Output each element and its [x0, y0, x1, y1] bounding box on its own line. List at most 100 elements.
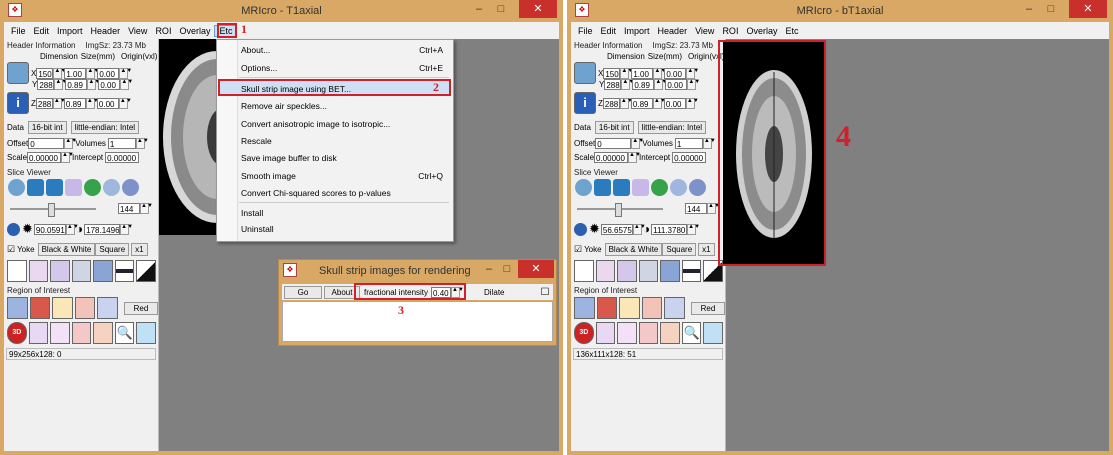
roi-fill-icon[interactable]: [641, 297, 663, 319]
view-single-icon[interactable]: [574, 260, 594, 282]
3d-icon[interactable]: 3D: [7, 322, 27, 344]
origin-x-spinner[interactable]: ▲▼: [119, 67, 132, 79]
zoom-icon[interactable]: 🔍: [114, 322, 135, 344]
size-y-spinner[interactable]: ▲▼: [654, 79, 667, 90]
square-button[interactable]: Square: [662, 243, 697, 256]
roi-tool-3-icon[interactable]: [638, 322, 659, 344]
dim-z-field[interactable]: 288: [35, 97, 53, 109]
minimize-button[interactable]: –: [1021, 0, 1037, 18]
view-split-icon[interactable]: [595, 260, 616, 282]
menu-item-chi-squared[interactable]: Convert Chi-squared scores to p-values: [241, 188, 391, 198]
brain-3d-icon[interactable]: [689, 179, 706, 196]
arrow-icon[interactable]: [574, 222, 587, 236]
dialog-close-button[interactable]: ✕: [518, 260, 554, 278]
dialog-maximize-button[interactable]: □: [500, 260, 514, 278]
roi-tool-3-icon[interactable]: [71, 322, 92, 344]
yoke-checkbox[interactable]: ☑: [7, 244, 15, 255]
multislice-icon[interactable]: [632, 179, 649, 196]
origin-y-field[interactable]: 0.00: [665, 79, 688, 90]
yoke-checkbox[interactable]: ☑: [574, 244, 582, 255]
endian-button[interactable]: little-endian: Intel: [637, 121, 707, 134]
dialog-minimize-button[interactable]: –: [482, 260, 496, 278]
dim-y-spinner[interactable]: ▲▼: [54, 79, 67, 90]
square-button[interactable]: Square: [95, 243, 130, 256]
view-single-icon[interactable]: [7, 260, 27, 282]
menu-import[interactable]: Import: [620, 26, 654, 36]
flask-icon[interactable]: [136, 322, 157, 344]
scale-field[interactable]: 0.00000: [27, 152, 62, 163]
brain-sagittal-icon[interactable]: [8, 179, 25, 196]
zoom-icon[interactable]: 🔍: [681, 322, 702, 344]
brain-axial-icon[interactable]: [613, 179, 630, 196]
maximize-button[interactable]: □: [1043, 0, 1059, 18]
magnifier-icon[interactable]: [574, 62, 596, 84]
dim-x-spinner[interactable]: ▲▼: [53, 67, 66, 79]
volumes-field[interactable]: 1: [674, 138, 703, 149]
data-type-button[interactable]: 16-bit int: [594, 121, 634, 134]
menu-etc[interactable]: Etc: [781, 26, 802, 36]
size-z-spinner[interactable]: ▲▼: [85, 97, 99, 109]
scale-spinner[interactable]: ▲▼: [61, 152, 74, 163]
sun-icon[interactable]: ✹: [22, 221, 33, 237]
slice-spinner[interactable]: ▲▼: [707, 203, 720, 214]
origin-z-spinner[interactable]: ▲▼: [685, 97, 699, 109]
intercept-field[interactable]: 0.00000: [672, 152, 707, 163]
slice-spinner[interactable]: ▲▼: [140, 203, 153, 214]
dim-x-field[interactable]: 150: [603, 67, 621, 79]
menu-item-rescale[interactable]: Rescale: [241, 136, 272, 146]
slice-slider[interactable]: [10, 202, 96, 217]
info-icon[interactable]: i: [574, 92, 596, 114]
dim-z-spinner[interactable]: ▲▼: [619, 97, 633, 109]
red-button[interactable]: Red: [690, 301, 725, 315]
contrast-max-spinner[interactable]: ▲▼: [687, 223, 700, 235]
slider-thumb[interactable]: [48, 202, 55, 217]
roi-info-icon[interactable]: [29, 297, 51, 319]
origin-z-field[interactable]: 0.00: [96, 97, 119, 109]
menu-item-convert-isotropic[interactable]: Convert anisotropic image to isotropic..…: [241, 119, 390, 129]
dim-z-spinner[interactable]: ▲▼: [52, 97, 66, 109]
menu-view[interactable]: View: [691, 26, 718, 36]
contrast-min-spinner[interactable]: ▲▼: [65, 223, 79, 235]
dim-z-field[interactable]: 288: [602, 97, 620, 109]
offset-spinner[interactable]: ▲▼: [631, 138, 644, 149]
title-bar[interactable]: ❖ MRIcro - T1axial – □ ✕: [4, 0, 559, 22]
dim-x-field[interactable]: 150: [36, 67, 54, 79]
3d-icon[interactable]: 3D: [574, 322, 594, 344]
size-y-field[interactable]: 0.89: [65, 79, 88, 90]
view-color-icon[interactable]: [660, 260, 680, 282]
contrast-max-spinner[interactable]: ▲▼: [120, 223, 133, 235]
half-circle-icon[interactable]: ◑: [643, 222, 650, 236]
render-icon[interactable]: [71, 260, 92, 282]
size-x-field[interactable]: 1.00: [64, 67, 87, 79]
brain-green-icon[interactable]: [84, 179, 101, 196]
roi-erase-icon[interactable]: [664, 297, 685, 319]
size-x-spinner[interactable]: ▲▼: [653, 67, 666, 79]
menu-item-remove-air-speckles[interactable]: Remove air speckles...: [241, 101, 327, 111]
offset-spinner[interactable]: ▲▼: [64, 138, 77, 149]
pen-icon[interactable]: [619, 297, 640, 319]
view-split-icon[interactable]: [28, 260, 49, 282]
colormap-button[interactable]: Black & White: [37, 243, 96, 256]
menu-item-install[interactable]: Install: [241, 208, 263, 218]
minimize-button[interactable]: –: [471, 0, 487, 18]
roi-fill-icon[interactable]: [74, 297, 96, 319]
origin-z-field[interactable]: 0.00: [663, 97, 686, 109]
multislice-icon[interactable]: [65, 179, 82, 196]
dialog-title-bar[interactable]: ❖ Skull strip images for rendering – □ ✕: [279, 260, 556, 282]
size-z-field[interactable]: 0.89: [630, 97, 653, 109]
contrast-max-field[interactable]: 111.3780: [651, 223, 688, 235]
close-button[interactable]: ✕: [1069, 0, 1107, 18]
menu-overlay[interactable]: Overlay: [742, 26, 781, 36]
menu-edit[interactable]: Edit: [597, 26, 621, 36]
menu-import[interactable]: Import: [53, 26, 87, 36]
roi-erase-icon[interactable]: [97, 297, 118, 319]
title-bar[interactable]: ❖ MRIcro - bT1axial – □ ✕: [571, 0, 1109, 22]
red-button[interactable]: Red: [123, 301, 158, 315]
roi-tool-1-icon[interactable]: [595, 322, 616, 344]
endian-button[interactable]: little-endian: Intel: [70, 121, 140, 134]
menu-item-uninstall[interactable]: Uninstall: [241, 224, 274, 234]
origin-x-field[interactable]: 0.00: [664, 67, 687, 79]
info-icon[interactable]: i: [7, 92, 29, 114]
dim-y-field[interactable]: 288: [37, 79, 55, 90]
brain-green-icon[interactable]: [651, 179, 668, 196]
